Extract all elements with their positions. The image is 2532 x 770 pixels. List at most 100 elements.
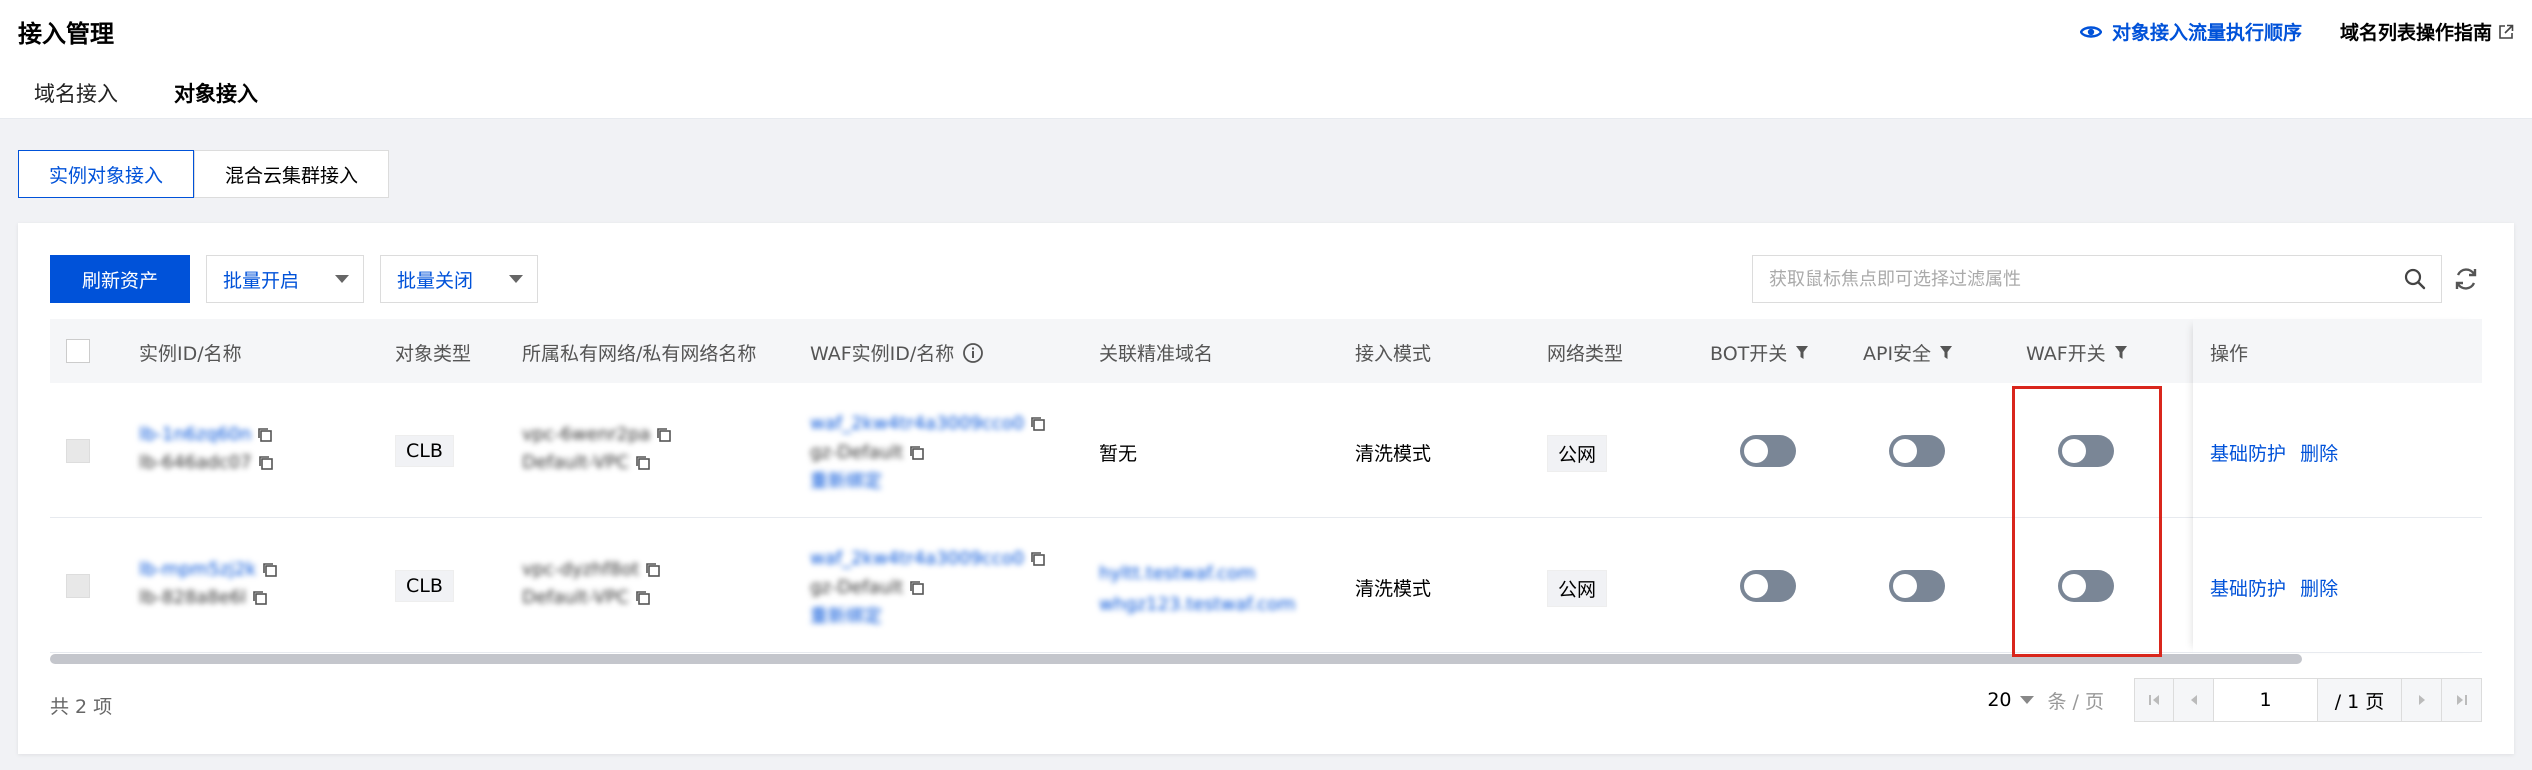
basic-protection-link[interactable]: 基础防护 [2210,443,2286,465]
delete-link[interactable]: 删除 [2300,578,2338,600]
api-toggle[interactable] [1889,570,1945,602]
instance-id-link[interactable]: lb-1n6zq60n [139,424,251,445]
first-page-button[interactable] [2134,678,2174,722]
copy-icon[interactable] [258,455,274,471]
total-count: 共 2 项 [50,696,113,718]
copy-icon[interactable] [909,580,925,596]
row-checkbox[interactable] [66,574,90,598]
total-pages: / 1 页 [2318,678,2402,722]
mode-cell: 清洗模式 [1355,443,1432,465]
network-tag: 公网 [1547,570,1608,607]
bot-toggle[interactable] [1740,435,1796,467]
domain-cell: hyltt.testwaf.com whgz123.testwaf.com [1099,558,1296,620]
vpc-name: Default-VPC [522,452,629,473]
col-mode: 接入模式 [1355,343,1432,365]
row-checkbox[interactable] [66,439,90,463]
waf-name: gz-Default [810,442,904,463]
page-number-input[interactable] [2214,678,2318,722]
chevron-right-icon [2418,695,2425,705]
copy-icon[interactable] [645,562,661,578]
page-size-select[interactable]: 20 [1987,689,2034,711]
copy-icon[interactable] [635,455,651,471]
api-toggle[interactable] [1889,435,1945,467]
col-domain: 关联精准域名 [1099,343,1214,365]
last-page-icon [2456,695,2467,705]
external-link-icon [2499,24,2514,39]
table-header: 实例ID/名称 对象类型 所属私有网络/私有网络名称 WAF实例ID/名称 关联… [50,319,2482,383]
copy-icon[interactable] [252,590,268,606]
chevron-left-icon [2190,695,2197,705]
refresh-icon[interactable] [2450,263,2482,295]
refresh-assets-button[interactable]: 刷新资产 [50,255,191,303]
filter-icon[interactable] [2114,345,2128,361]
batch-disable-select[interactable]: 批量关闭 [380,255,539,303]
batch-enable-select[interactable]: 批量开启 [206,255,365,303]
type-tag: CLB [395,435,454,467]
col-waf-switch: WAF开关 [2026,339,2128,366]
domain-cell: 暂无 [1099,443,1138,465]
copy-icon[interactable] [635,590,651,606]
flow-order-link[interactable]: 对象接入流量执行顺序 [2079,18,2302,45]
domain-link[interactable]: whgz123.testwaf.com [1099,594,1296,615]
domain-link[interactable]: hyltt.testwaf.com [1099,563,1255,584]
vpc-id: vpc-6wenr2pa [522,424,651,445]
prev-page-button[interactable] [2174,678,2214,722]
filter-icon[interactable] [1939,345,1953,361]
col-network: 网络类型 [1547,343,1624,365]
copy-icon[interactable] [1030,416,1046,432]
instance-name: lb-828a8e6l [139,587,247,608]
basic-protection-link[interactable]: 基础防护 [2210,578,2286,600]
guide-label: 域名列表操作指南 [2339,22,2492,44]
next-page-button[interactable] [2402,678,2442,722]
copy-icon[interactable] [656,427,672,443]
page-title: 接入管理 [18,20,114,48]
ops-cell: 基础防护 删除 [2210,439,2338,466]
col-type: 对象类型 [395,343,472,365]
tab-object-access[interactable]: 对象接入 [158,68,274,123]
vpc-name: Default-VPC [522,587,629,608]
vpc-id: vpc-dyzhf8ot [522,559,640,580]
pagination: 20 条 / 页 / 1 页 [1987,678,2482,722]
eye-icon [2079,25,2102,38]
mode-cell: 清洗模式 [1355,578,1432,600]
copy-icon[interactable] [909,445,925,461]
waf-id-link[interactable]: waf_2kw4tr4a3009cco0 [810,548,1024,569]
ops-cell: 基础防护 删除 [2210,574,2338,601]
type-cell: CLB [395,435,454,467]
copy-icon[interactable] [1030,551,1046,567]
last-page-button[interactable] [2442,678,2482,722]
col-bot: BOT开关 [1710,339,1809,366]
filter-search-input[interactable] [1769,268,2403,290]
network-cell: 公网 [1547,435,1608,472]
waf-id-link[interactable]: waf_2kw4tr4a3009cco0 [810,413,1024,434]
waf-rebind-link[interactable]: 重新绑定 [810,471,882,492]
col-api: API安全 [1863,339,1953,366]
instance-cell: lb-mpm5zj2k lb-828a8e6l [139,558,278,608]
search-icon[interactable] [2403,267,2427,291]
bot-toggle[interactable] [1740,570,1796,602]
info-icon[interactable] [962,342,984,364]
access-type-segment: 实例对象接入 混合云集群接入 [18,150,390,198]
horizontal-scrollbar[interactable] [50,654,2302,664]
instance-id-link[interactable]: lb-mpm5zj2k [139,559,256,580]
copy-icon[interactable] [262,562,278,578]
copy-icon[interactable] [257,427,273,443]
instance-cell: lb-1n6zq60n lb-646adc07 [139,423,274,473]
select-all-checkbox[interactable] [66,339,90,363]
waf-rebind-link[interactable]: 重新绑定 [810,606,882,627]
batch-enable-label: 批量开启 [223,269,300,292]
tab-domain-access[interactable]: 域名接入 [18,68,134,123]
guide-link[interactable]: 域名列表操作指南 [2340,18,2514,45]
delete-link[interactable]: 删除 [2300,443,2338,465]
col-ops: 操作 [2210,343,2249,365]
col-waf-switch-label: WAF开关 [2026,343,2106,365]
col-instance: 实例ID/名称 [139,343,242,365]
waf-name: gz-Default [810,577,904,598]
filter-icon[interactable] [1795,345,1809,361]
page-size-value: 20 [1987,689,2012,711]
segment-instance-object[interactable]: 实例对象接入 [18,150,195,198]
page-size-unit: 条 / 页 [2047,690,2104,713]
page-header: 接入管理 对象接入流量执行顺序 域名列表操作指南 域名接入 对象接入 [0,0,2532,123]
segment-hybrid-cluster[interactable]: 混合云集群接入 [194,150,390,198]
waf-switch-highlight-box [2012,386,2162,657]
